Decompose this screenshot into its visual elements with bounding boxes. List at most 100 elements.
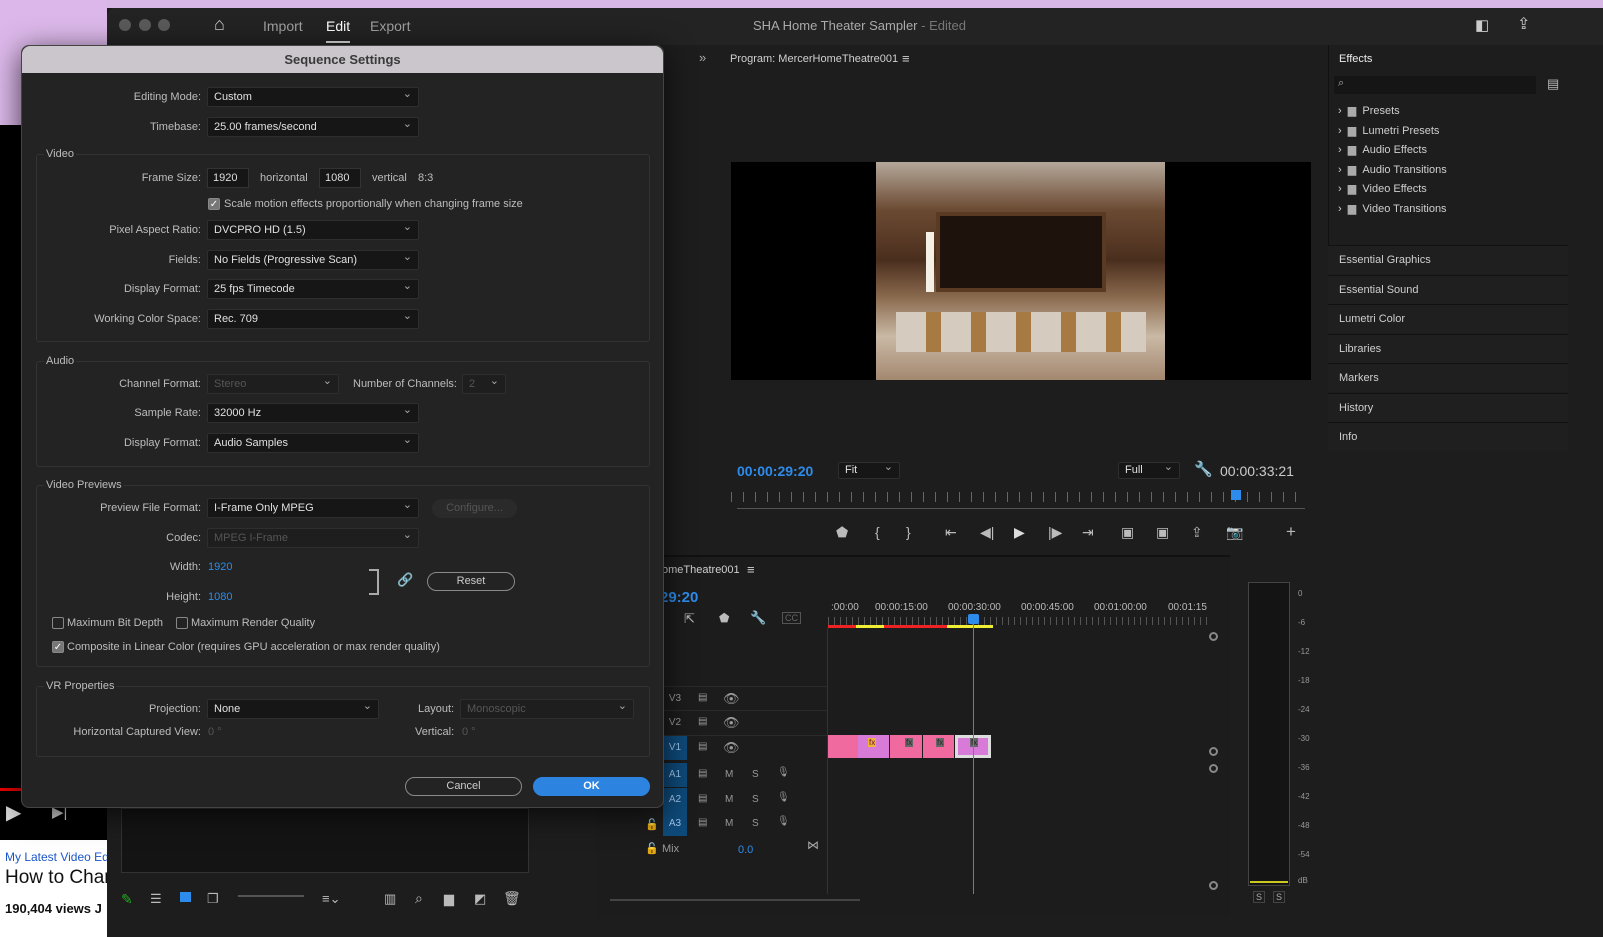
effects-search-input[interactable]: ⌕ xyxy=(1334,76,1536,94)
video-display-format-select[interactable]: 25 fps Timecode xyxy=(207,277,419,299)
solo-left-button[interactable]: S xyxy=(1253,891,1266,903)
preview-height-value[interactable]: 1080 xyxy=(208,587,232,607)
share-icon[interactable]: ⇪ xyxy=(1517,14,1530,34)
effects-item[interactable]: › ▆ Video Transitions xyxy=(1338,202,1447,215)
track-v2[interactable]: V2 ▤ 👁 xyxy=(663,710,827,734)
fields-select[interactable]: No Fields (Progressive Scan) xyxy=(207,248,419,270)
sort-icon[interactable]: ≡⌄ xyxy=(322,891,340,907)
step-forward-icon[interactable]: |▶ xyxy=(1048,524,1062,541)
add-button-icon[interactable]: + xyxy=(1286,522,1296,542)
search-icon[interactable]: ⌕ xyxy=(415,890,423,907)
projection-select[interactable]: None xyxy=(207,697,379,719)
track-v1[interactable]: V1 ▤ 👁 xyxy=(663,735,827,760)
camera-icon[interactable]: 📷 xyxy=(1226,524,1243,541)
eye-icon[interactable]: 👁 xyxy=(723,740,740,756)
trash-icon[interactable]: 🗑 xyxy=(503,890,521,907)
zoom-button[interactable] xyxy=(158,19,170,31)
panel-history[interactable]: History xyxy=(1328,393,1568,422)
solo-button[interactable]: S xyxy=(752,769,759,780)
effects-item[interactable]: › ▆ Presets xyxy=(1338,104,1400,117)
scroll-handle[interactable] xyxy=(1209,747,1218,756)
track-a2[interactable]: A2 ▤ M S 🎙 xyxy=(663,788,827,812)
mix-value[interactable]: 0.0 xyxy=(738,844,753,856)
solo-button[interactable]: S xyxy=(752,818,759,829)
max-render-quality-checkbox[interactable] xyxy=(176,617,188,629)
icon-view-icon[interactable] xyxy=(180,892,191,902)
pixel-aspect-ratio-select[interactable]: DVCPRO HD (1.5) xyxy=(207,218,419,240)
new-item-icon[interactable]: ◩ xyxy=(474,891,486,907)
eye-icon[interactable]: 👁 xyxy=(723,715,740,731)
wrench-icon[interactable]: 🔧 xyxy=(1194,460,1213,478)
tab-import[interactable]: Import xyxy=(263,18,303,34)
captions-icon[interactable]: CC xyxy=(782,612,801,624)
mute-button[interactable]: M xyxy=(725,818,733,829)
clip[interactable]: fx xyxy=(858,735,889,758)
track-a3[interactable]: A3 ▤ M S 🎙 xyxy=(663,812,827,836)
marker-icon[interactable]: ⬟ xyxy=(719,611,729,625)
export-frame-icon[interactable]: ⇪ xyxy=(1191,524,1203,541)
eye-icon[interactable]: 👁 xyxy=(723,691,740,707)
panel-lumetri-color[interactable]: Lumetri Color xyxy=(1328,304,1568,333)
max-bit-depth-checkbox[interactable] xyxy=(52,617,64,629)
effects-item[interactable]: › ▆ Audio Transitions xyxy=(1338,163,1447,176)
solo-right-button[interactable]: S xyxy=(1273,891,1286,903)
automate-icon[interactable]: ▥ xyxy=(384,891,396,907)
working-color-space-select[interactable]: Rec. 709 xyxy=(207,307,419,329)
monitor-zoom-bar[interactable] xyxy=(737,508,1305,509)
timeline-timecode[interactable]: 29:20 xyxy=(660,589,698,606)
panel-libraries[interactable]: Libraries xyxy=(1328,334,1568,363)
sample-rate-select[interactable]: 32000 Hz xyxy=(207,401,419,423)
timeline-ruler[interactable] xyxy=(828,617,1208,625)
new-bin-icon[interactable]: ▆ xyxy=(444,891,454,907)
panel-essential-graphics[interactable]: Essential Graphics xyxy=(1328,245,1568,274)
lock-icon[interactable]: 🔓 xyxy=(645,842,659,855)
pencil-icon[interactable]: ✎ xyxy=(121,891,133,908)
clip[interactable]: fx xyxy=(890,735,922,758)
editing-mode-select[interactable]: Custom xyxy=(207,85,419,107)
mix-toggle-icon[interactable]: ⋈ xyxy=(807,838,819,852)
freeform-view-icon[interactable]: ❐ xyxy=(207,891,219,907)
cancel-button[interactable]: Cancel xyxy=(405,777,522,796)
snap-icon[interactable]: ⇱ xyxy=(684,611,695,627)
timebase-select[interactable]: 25.00 frames/second xyxy=(207,115,419,137)
scroll-handle[interactable] xyxy=(1209,632,1218,641)
horizontal-scrollbar[interactable] xyxy=(610,899,860,901)
monitor-playhead[interactable] xyxy=(1231,490,1241,500)
playhead-timecode[interactable]: 00:00:29:20 xyxy=(737,463,813,479)
clip[interactable]: fx xyxy=(923,735,954,758)
step-back-icon[interactable]: ◀| xyxy=(980,524,994,541)
play-icon[interactable]: ▶ xyxy=(1014,524,1025,541)
quality-select[interactable]: Full xyxy=(1118,460,1180,479)
workspaces-icon[interactable]: ◧ xyxy=(1475,16,1489,34)
preview-width-value[interactable]: 1920 xyxy=(208,557,232,577)
clip[interactable] xyxy=(828,735,858,758)
linear-color-checkbox[interactable]: ✓ xyxy=(52,641,64,653)
mute-button[interactable]: M xyxy=(725,769,733,780)
scale-motion-checkbox[interactable]: ✓ xyxy=(208,198,220,210)
program-menu-icon[interactable]: ≡ xyxy=(902,51,910,66)
tab-edit[interactable]: Edit xyxy=(326,18,351,43)
home-icon[interactable]: ⌂ xyxy=(214,14,225,35)
panel-overflow-icon[interactable]: » xyxy=(699,50,706,65)
track-v3[interactable]: V3 ▤ 👁 xyxy=(663,686,827,710)
frame-height-input[interactable]: 1080 xyxy=(319,168,361,188)
add-marker-icon[interactable]: ⬟ xyxy=(836,524,848,541)
panel-essential-sound[interactable]: Essential Sound xyxy=(1328,275,1568,304)
effects-item[interactable]: › ▆ Video Effects xyxy=(1338,182,1427,195)
scroll-handle[interactable] xyxy=(1209,881,1218,890)
tab-export[interactable]: Export xyxy=(370,18,410,34)
mic-icon[interactable]: 🎙 xyxy=(777,792,790,803)
list-view-icon[interactable]: ☰ xyxy=(150,891,162,907)
track-a1[interactable]: A1 ▤ M S 🎙 xyxy=(663,763,827,787)
timeline-menu-icon[interactable]: ≡ xyxy=(747,562,755,577)
play-icon[interactable]: ▶ xyxy=(6,800,21,825)
new-bin-icon[interactable]: ▤ xyxy=(1547,76,1559,92)
go-to-in-icon[interactable]: ⇤ xyxy=(945,524,957,541)
wrench-icon[interactable]: 🔧 xyxy=(750,610,766,626)
zoom-slider[interactable] xyxy=(238,895,304,897)
link-icon[interactable]: 🔗 xyxy=(397,572,413,588)
mic-icon[interactable]: 🎙 xyxy=(777,767,790,778)
panel-info[interactable]: Info xyxy=(1328,422,1568,451)
preview-format-select[interactable]: I-Frame Only MPEG xyxy=(207,496,419,518)
go-to-out-icon[interactable]: ⇥ xyxy=(1082,524,1094,541)
